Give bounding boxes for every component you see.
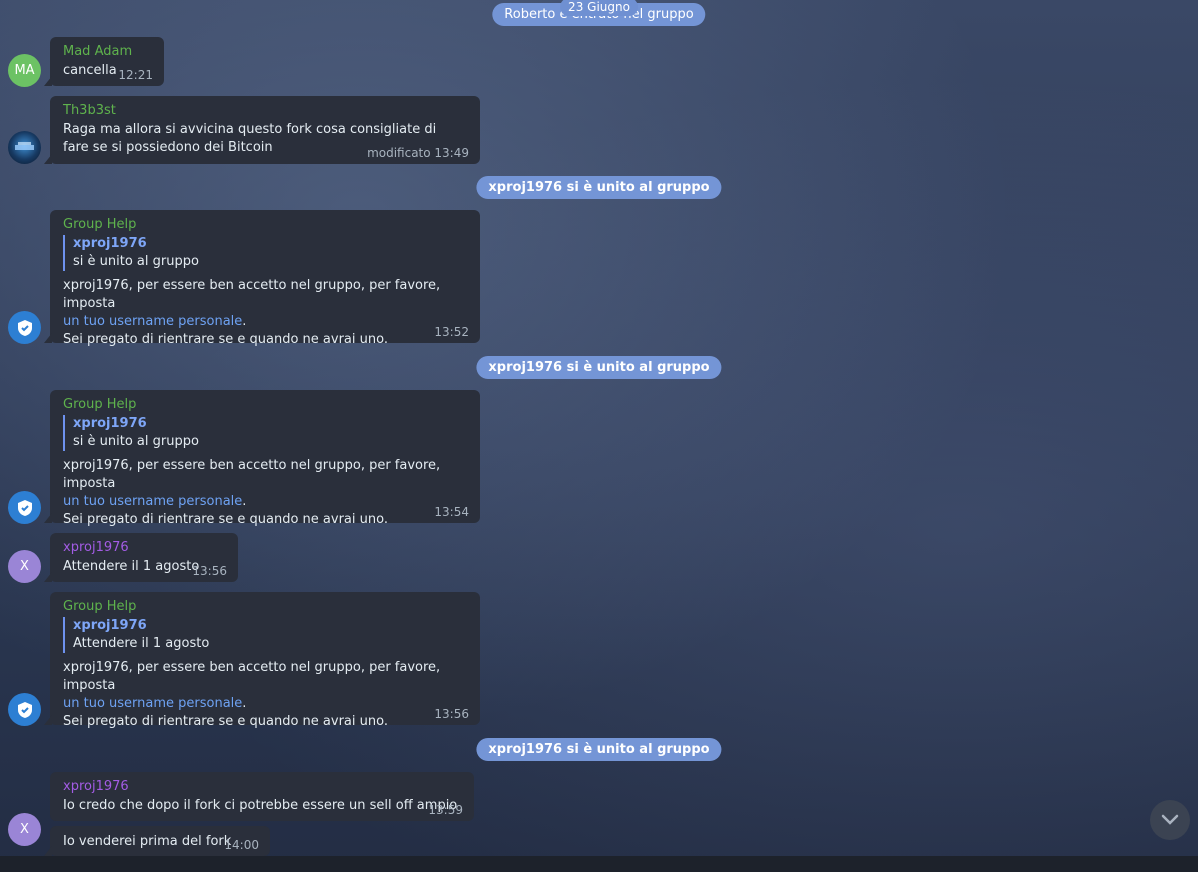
avatar[interactable] [8,131,41,164]
service-message-joined: xproj1976 si è unito al gruppo [476,738,722,761]
message-line: Sei pregato di rientrare se e quando ne … [63,332,388,347]
sender-name[interactable]: xproj1976 [63,779,461,794]
message-time: 13:56 [192,564,227,578]
message-line: Sei pregato di rientrare se e quando ne … [63,714,388,729]
link-suffix: . [242,494,247,509]
bubble-tail [44,572,52,582]
message-line: un tuo username personale. [63,493,467,511]
shield-icon [17,499,32,516]
sender-name[interactable]: Group Help [63,397,467,412]
reply-author: xproj1976 [73,416,147,431]
reply-text: Attendere il 1 agosto [73,636,210,651]
sender-name[interactable]: Group Help [63,217,467,232]
sender-name[interactable]: xproj1976 [63,540,225,555]
sender-name[interactable]: Th3b3st [63,103,467,118]
message-time: 14:00 [224,838,259,852]
link-suffix: . [242,314,247,329]
message-input-bar[interactable] [0,856,1198,872]
avatar[interactable]: MA [8,54,41,87]
message-line: xproj1976, per essere ben accetto nel gr… [63,660,441,693]
message-time: modificato 13:49 [367,146,469,160]
message-time: 13:56 [434,707,469,721]
reply-quote[interactable]: xproj1976 Attendere il 1 agosto [63,617,467,653]
avatar[interactable] [8,693,41,726]
sender-name[interactable]: Mad Adam [63,44,151,59]
message-text: xproj1976, per essere ben accetto nel gr… [63,457,467,529]
reply-quote[interactable]: xproj1976 si è unito al gruppo [63,415,467,451]
message-text: xproj1976, per essere ben accetto nel gr… [63,277,467,349]
avatar[interactable]: X [8,813,41,846]
message-bubble[interactable]: Io venderei prima del fork 14:00 [44,826,270,856]
bubble-tail [44,333,52,343]
message-bubble[interactable]: xproj1976 Attendere il 1 agosto 13:56 [44,533,238,582]
message-time: 12:21 [118,68,153,82]
message-line: un tuo username personale. [63,695,467,713]
message-bubble[interactable]: Group Help xproj1976 si è unito al grupp… [44,210,480,347]
message-time: 13:54 [434,505,469,519]
link-suffix: . [242,696,247,711]
bubble-tail [44,846,52,856]
reply-author: xproj1976 [73,236,147,251]
message-line: un tuo username personale. [63,313,467,331]
bubble-tail [44,715,52,725]
message-text: xproj1976, per essere ben accetto nel gr… [63,659,467,731]
message-bubble[interactable]: xproj1976 Io credo che dopo il fork ci p… [50,772,474,821]
reply-text: si è unito al gruppo [73,254,199,269]
shield-icon [17,319,32,336]
message-bubble[interactable]: Mad Adam cancella 12:21 [44,37,164,86]
reply-quote[interactable]: xproj1976 si è unito al gruppo [63,235,467,271]
shield-icon [17,701,32,718]
avatar[interactable] [8,311,41,344]
message-text: Io credo che dopo il fork ci potrebbe es… [63,798,458,813]
service-message-joined: xproj1976 si è unito al gruppo [476,176,722,199]
message-bubble[interactable]: Group Help xproj1976 si è unito al grupp… [44,390,480,527]
sender-name[interactable]: Group Help [63,599,467,614]
username-link[interactable]: un tuo username personale [63,314,242,329]
username-link[interactable]: un tuo username personale [63,494,242,509]
message-time: 13:59 [428,803,463,817]
bubble-tail [44,76,52,86]
message-line: xproj1976, per essere ben accetto nel gr… [63,278,441,311]
chevron-down-icon [1161,814,1179,825]
bubble-tail [44,513,52,523]
bubble-tail [44,154,52,164]
reply-text: si è unito al gruppo [73,434,199,449]
message-line: Sei pregato di rientrare se e quando ne … [63,512,388,527]
message-time: 13:52 [434,325,469,339]
message-line: xproj1976, per essere ben accetto nel gr… [63,458,441,491]
date-badge: 23 Giugno [560,0,638,16]
username-link[interactable]: un tuo username personale [63,696,242,711]
service-message-joined: xproj1976 si è unito al gruppo [476,356,722,379]
scroll-down-button[interactable] [1150,800,1190,840]
user-avatar-image [15,142,34,150]
avatar[interactable]: X [8,550,41,583]
message-bubble[interactable]: Th3b3st Raga ma allora si avvicina quest… [44,96,480,164]
message-bubble[interactable]: Group Help xproj1976 Attendere il 1 agos… [44,592,480,729]
reply-author: xproj1976 [73,618,147,633]
avatar[interactable] [8,491,41,524]
